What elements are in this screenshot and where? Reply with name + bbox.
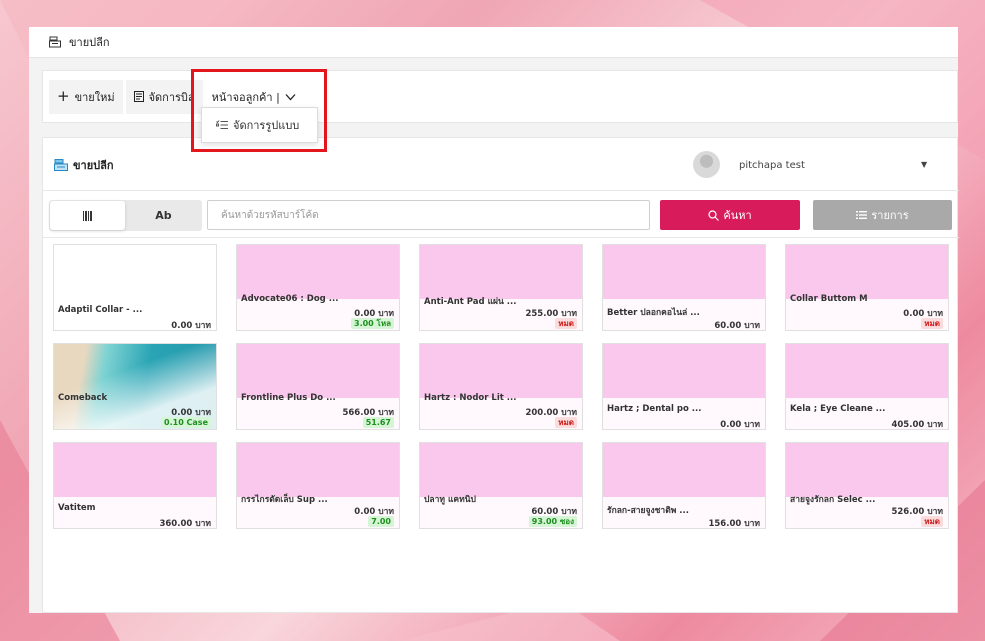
manage-bill-label: จัดการบิล <box>148 90 195 104</box>
text-mode-tab[interactable]: Ab <box>125 200 202 231</box>
stock-badge: 93.00 ซอง <box>528 516 577 527</box>
manage-bill-button[interactable]: จัดการบิล <box>125 79 203 114</box>
product-card[interactable]: Anti-Ant Pad แผ่น ... 255.00 บาท หมด <box>419 244 583 331</box>
product-image <box>237 443 399 497</box>
product-name: Vatitem <box>58 503 96 513</box>
product-card[interactable]: สายจูงรักลก Selec ... 526.00 บาท หมด <box>785 442 949 529</box>
product-name: Advocate06 : Dog ... <box>241 294 339 304</box>
stock-badge: 7.00 <box>368 516 394 527</box>
product-image <box>786 344 948 398</box>
product-image <box>786 245 948 299</box>
product-name: ปลาทู แคทนิป <box>424 495 476 505</box>
app-window: ขายปลีก + ขายใหม่ จัดการบิล หน้าจอลูกค้า… <box>29 27 959 613</box>
product-price: 156.00 บาท <box>708 519 760 529</box>
product-image <box>603 245 765 299</box>
product-card[interactable]: กรรไกรตัดเล็บ Sup ... 0.00 บาท 7.00 <box>236 442 400 529</box>
plus-icon: + <box>57 87 70 105</box>
list-icon <box>856 211 868 219</box>
product-name: Frontline Plus Do ... <box>241 393 336 403</box>
window-titlebar: ขายปลีก <box>29 27 958 58</box>
user-avatar[interactable] <box>693 151 720 178</box>
new-sale-button[interactable]: + ขายใหม่ <box>49 79 123 114</box>
format-list-icon <box>216 120 228 129</box>
product-price: 360.00 บาท <box>159 519 211 529</box>
list-button-label: รายการ <box>871 209 909 222</box>
product-price: 0.00 บาท <box>171 321 211 331</box>
stock-badge: 51.67 <box>362 417 394 428</box>
product-name: รักลก-สายจูงชาติพ ... <box>607 506 689 516</box>
customer-screen-menu: จัดการรูปแบบ <box>201 107 318 143</box>
product-image <box>420 245 582 299</box>
product-name: Hartz ; Dental po ... <box>607 404 702 414</box>
product-image <box>420 344 582 398</box>
stock-badge: หมด <box>921 318 943 329</box>
panel-header: ขายปลีก pitchapa test ▼ <box>43 138 959 191</box>
product-card[interactable]: Adaptil Collar - ... 0.00 บาท <box>53 244 217 331</box>
stock-badge: หมด <box>555 318 577 329</box>
product-card[interactable]: Comeback 0.00 บาท 0.10 Case <box>53 343 217 430</box>
product-price: 0.00 บาท <box>720 420 760 430</box>
product-card[interactable]: Kela ; Eye Cleane ... 405.00 บาท <box>785 343 949 430</box>
barcode-mode-tab[interactable] <box>50 201 125 230</box>
cash-register-icon <box>49 36 61 48</box>
product-name: Hartz : Nodor Lit ... <box>424 393 517 403</box>
search-row: Ab ค้นหาด้วยรหัสบาร์โค้ด ค้นหา รายการ <box>43 192 959 238</box>
product-name: Anti-Ant Pad แผ่น ... <box>424 297 517 307</box>
product-name: Adaptil Collar - ... <box>58 305 143 315</box>
product-price: 60.00 บาท <box>714 321 760 331</box>
list-button[interactable]: รายการ <box>813 200 952 230</box>
product-card[interactable]: Hartz : Nodor Lit ... 200.00 บาท หมด <box>419 343 583 430</box>
product-card[interactable]: ปลาทู แคทนิป 60.00 บาท 93.00 ซอง <box>419 442 583 529</box>
search-mode-toggle: Ab <box>49 200 202 231</box>
product-image <box>603 344 765 398</box>
product-name: กรรไกรตัดเล็บ Sup ... <box>241 495 328 505</box>
barcode-search-input[interactable]: ค้นหาด้วยรหัสบาร์โค้ด <box>207 200 650 230</box>
panel-title-text: ขายปลีก <box>73 159 114 172</box>
user-name[interactable]: pitchapa test <box>739 160 805 171</box>
stock-badge: 3.00 โหล <box>351 318 394 329</box>
customer-screen-label: หน้าจอลูกค้า | <box>211 90 280 104</box>
product-card[interactable]: Advocate06 : Dog ... 0.00 บาท 3.00 โหล <box>236 244 400 331</box>
manage-layout-menu-item[interactable]: จัดการรูปแบบ <box>233 116 299 134</box>
product-grid: Adaptil Collar - ... 0.00 บาท Advocate06 :… <box>53 244 949 529</box>
product-card[interactable]: รักลก-สายจูงชาติพ ... 156.00 บาท <box>602 442 766 529</box>
product-image <box>786 443 948 497</box>
product-price: 405.00 บาท <box>891 420 943 430</box>
product-image <box>54 443 216 497</box>
user-menu-caret-icon[interactable]: ▼ <box>921 160 927 169</box>
product-name: สายจูงรักลก Selec ... <box>790 495 876 505</box>
product-image <box>237 245 399 299</box>
product-name: Collar Buttom M <box>790 294 868 304</box>
search-icon <box>708 209 720 221</box>
register-icon <box>54 159 68 171</box>
new-sale-label: ขายใหม่ <box>74 90 115 104</box>
product-name: Kela ; Eye Cleane ... <box>790 404 886 414</box>
search-button[interactable]: ค้นหา <box>660 200 800 230</box>
product-card[interactable]: Vatitem 360.00 บาท <box>53 442 217 529</box>
panel-title: ขายปลีก <box>54 156 114 174</box>
product-name: Comeback <box>58 393 108 403</box>
product-image <box>237 344 399 398</box>
chevron-down-icon <box>285 93 296 100</box>
stock-badge: หมด <box>555 417 577 428</box>
product-image <box>603 443 765 497</box>
search-button-label: ค้นหา <box>723 209 752 222</box>
product-card[interactable]: Frontline Plus Do ... 566.00 บาท 51.67 <box>236 343 400 430</box>
bill-icon <box>133 91 144 102</box>
retail-panel: ขายปลีก pitchapa test ▼ Ab ค้นหาด้วยรหัส… <box>42 137 959 613</box>
stock-badge: 0.10 Case <box>161 417 211 428</box>
product-card[interactable]: Better ปลอกคอไนล่ ... 60.00 บาท <box>602 244 766 331</box>
product-card[interactable]: Hartz ; Dental po ... 0.00 บาท <box>602 343 766 430</box>
barcode-icon <box>82 210 92 221</box>
window-title: ขายปลีก <box>69 36 110 49</box>
product-name: Better ปลอกคอไนล่ ... <box>607 308 700 318</box>
top-toolbar: + ขายใหม่ จัดการบิล หน้าจอลูกค้า | <box>42 70 958 123</box>
product-card[interactable]: Collar Buttom M 0.00 บาท หมด <box>785 244 949 331</box>
stock-badge: หมด <box>921 516 943 527</box>
product-image <box>420 443 582 497</box>
